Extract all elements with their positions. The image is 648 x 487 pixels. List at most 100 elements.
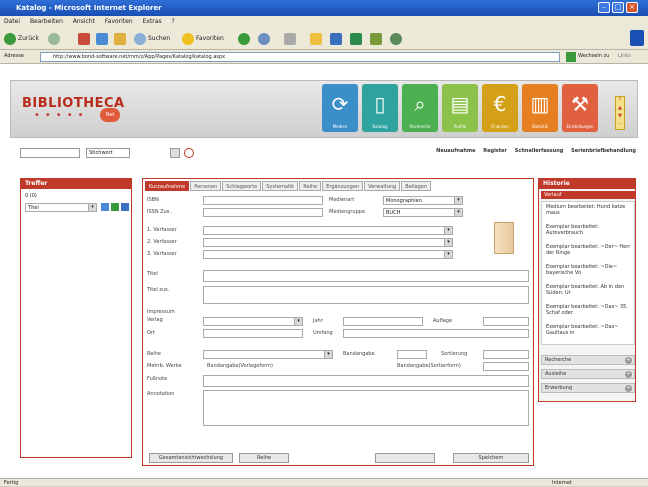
search-type-dropdown-icon[interactable] [170,148,180,158]
tab-ergaenzungen[interactable]: Ergänzungen [322,181,364,191]
favorites-button[interactable]: Favoriten [182,32,224,46]
annotation-field[interactable] [203,390,529,426]
mediengruppe-select[interactable]: BUCH ▾ [383,208,463,217]
tab-verwaltung[interactable]: Verwaltung [364,181,401,191]
link-serienbrief[interactable]: Serienbriefbehandlung [571,148,636,154]
search-input[interactable] [20,148,80,158]
medienart-select[interactable]: Monographien ▾ [383,196,463,205]
forward-button[interactable] [48,32,62,46]
umfang-field[interactable] [343,329,529,338]
ort-field[interactable] [203,329,303,338]
history-item[interactable]: Exemplar bearbeitet: Autoverbrauch [546,224,634,236]
filter-icon[interactable] [121,203,129,211]
speichern-button[interactable]: Speichern [453,453,529,463]
bandangabe-st-field[interactable] [483,362,529,371]
address-input[interactable]: http://www.bond-software.net/mm/z/App/Pa… [40,52,560,62]
menu-datei[interactable]: Datei [4,18,20,25]
sidebox-recherche[interactable]: Recherche + [541,355,635,365]
history-item[interactable]: Exemplar bearbeitet: ~Der~ Herr der Ring… [546,244,634,256]
minimize-icon[interactable]: – [598,2,610,13]
back-button[interactable]: Zurück [4,32,39,46]
scroll-up-icon[interactable]: ▲ [616,105,624,113]
close-icon[interactable]: × [626,2,638,13]
sortierung-field[interactable] [483,350,529,359]
messenger-button[interactable] [350,32,364,46]
tab-kurzaufnahme[interactable]: Kurzaufnahme [145,181,190,191]
help-icon[interactable]: ? [616,97,624,105]
isbn-field[interactable] [203,196,323,205]
sort-icon[interactable] [101,203,109,211]
history-subtitle: Verlauf [541,191,635,199]
sidebox-erwerbung[interactable]: Erwerbung + [541,383,635,393]
menu-favoriten[interactable]: Favoriten [105,18,133,25]
menu-extras[interactable]: Extras [143,18,162,25]
print-button[interactable] [284,32,298,46]
module-finanzen[interactable]: € Finanzen [482,84,518,132]
tab-personen[interactable]: Personen [190,181,222,191]
verfasser2-select[interactable]: ▾ [203,238,453,247]
module-label: Medien [332,124,348,129]
stop-button[interactable] [78,32,92,46]
module-recherche[interactable]: ⌕ Recherche [402,84,438,132]
auflage-field[interactable] [483,317,529,326]
menu-help[interactable]: ? [172,18,175,25]
history-item[interactable]: Exemplar bearbeitet: ~Das~ Gaultaus in [546,324,634,336]
verfasser1-select[interactable]: ▾ [203,226,453,235]
link-neuaufnahme[interactable]: Neuaufnahme [436,148,475,154]
tools-icon [390,32,402,45]
export-icon[interactable] [111,203,119,211]
history-item[interactable]: Exemplar bearbeitet: ~Das~ 35. Schaf ode… [546,304,634,316]
discuss-button[interactable] [370,32,384,46]
blank-button[interactable] [375,453,435,463]
expand-icon: + [625,357,632,364]
bandangabe-field[interactable] [397,350,427,359]
sidebox-ausleihe[interactable]: Ausleihe + [541,369,635,379]
maximize-icon[interactable]: □ [612,2,624,13]
go-icon[interactable] [566,52,576,62]
titel-field[interactable] [203,270,529,282]
history-item[interactable]: Medium bearbeitet: Hund katze maus [546,204,634,216]
mail-icon [258,32,270,45]
module-medien[interactable]: ⟳ Medien [322,84,358,132]
issn-field[interactable] [203,208,323,217]
tab-reihe[interactable]: Reihe [299,181,322,191]
search-go-icon[interactable] [184,148,194,158]
module-einstellungen[interactable]: ⚒ Einstellungen [562,84,598,132]
scroll-down-icon[interactable]: ▼ [616,113,624,121]
hits-sort-select[interactable]: Titel ▾ [25,203,97,212]
tab-beilagen[interactable]: Beilagen [401,181,432,191]
module-profile[interactable]: ▤ Profile [442,84,478,132]
search-button[interactable]: Suchen [134,32,170,46]
mail-button[interactable] [258,32,272,46]
reihe-select[interactable]: ▾ [203,350,333,359]
tools-button[interactable] [390,32,404,46]
edit-button[interactable] [330,32,344,46]
search-type-value: Stichwort [89,150,113,156]
history-item[interactable]: Exemplar bearbeitet: ~Die~ bayerische Vo [546,264,634,276]
verfasser3-select[interactable]: ▾ [203,250,453,259]
verlag-select[interactable]: ▾ [203,317,303,326]
module-katalog[interactable]: ▯ Katalog [362,84,398,132]
status-text: Fertig [4,480,19,486]
refresh-button[interactable] [96,32,110,46]
link-schnellerfassung[interactable]: Schnellerfassung [515,148,564,154]
fussnote-field[interactable] [203,375,529,387]
link-register[interactable]: Register [483,148,507,154]
tab-systematik[interactable]: Systematik [262,181,299,191]
go-button[interactable]: Wechseln zu [578,53,609,59]
module-statistik[interactable]: ▥ Statistik [522,84,558,132]
reihe-button[interactable]: Reihe [239,453,289,463]
links-button[interactable]: Links [618,53,631,59]
history-item[interactable]: Exemplar bearbeitet: Ab in den Süden: Ur [546,284,634,296]
history-button[interactable] [238,32,252,46]
folder-button[interactable] [310,32,324,46]
menu-ansicht[interactable]: Ansicht [73,18,95,25]
menu-bearbeiten[interactable]: Bearbeiten [30,18,63,25]
home-button[interactable] [114,32,128,46]
collapse-icon[interactable]: – [616,121,624,129]
titelzus-field[interactable] [203,286,529,304]
tab-schlagworte[interactable]: Schlagworte [222,181,262,191]
search-type-select[interactable]: Stichwort [86,148,130,158]
jahr-field[interactable] [343,317,423,326]
gesamtansicht-button[interactable]: Gesamtansichtwechslung [149,453,233,463]
